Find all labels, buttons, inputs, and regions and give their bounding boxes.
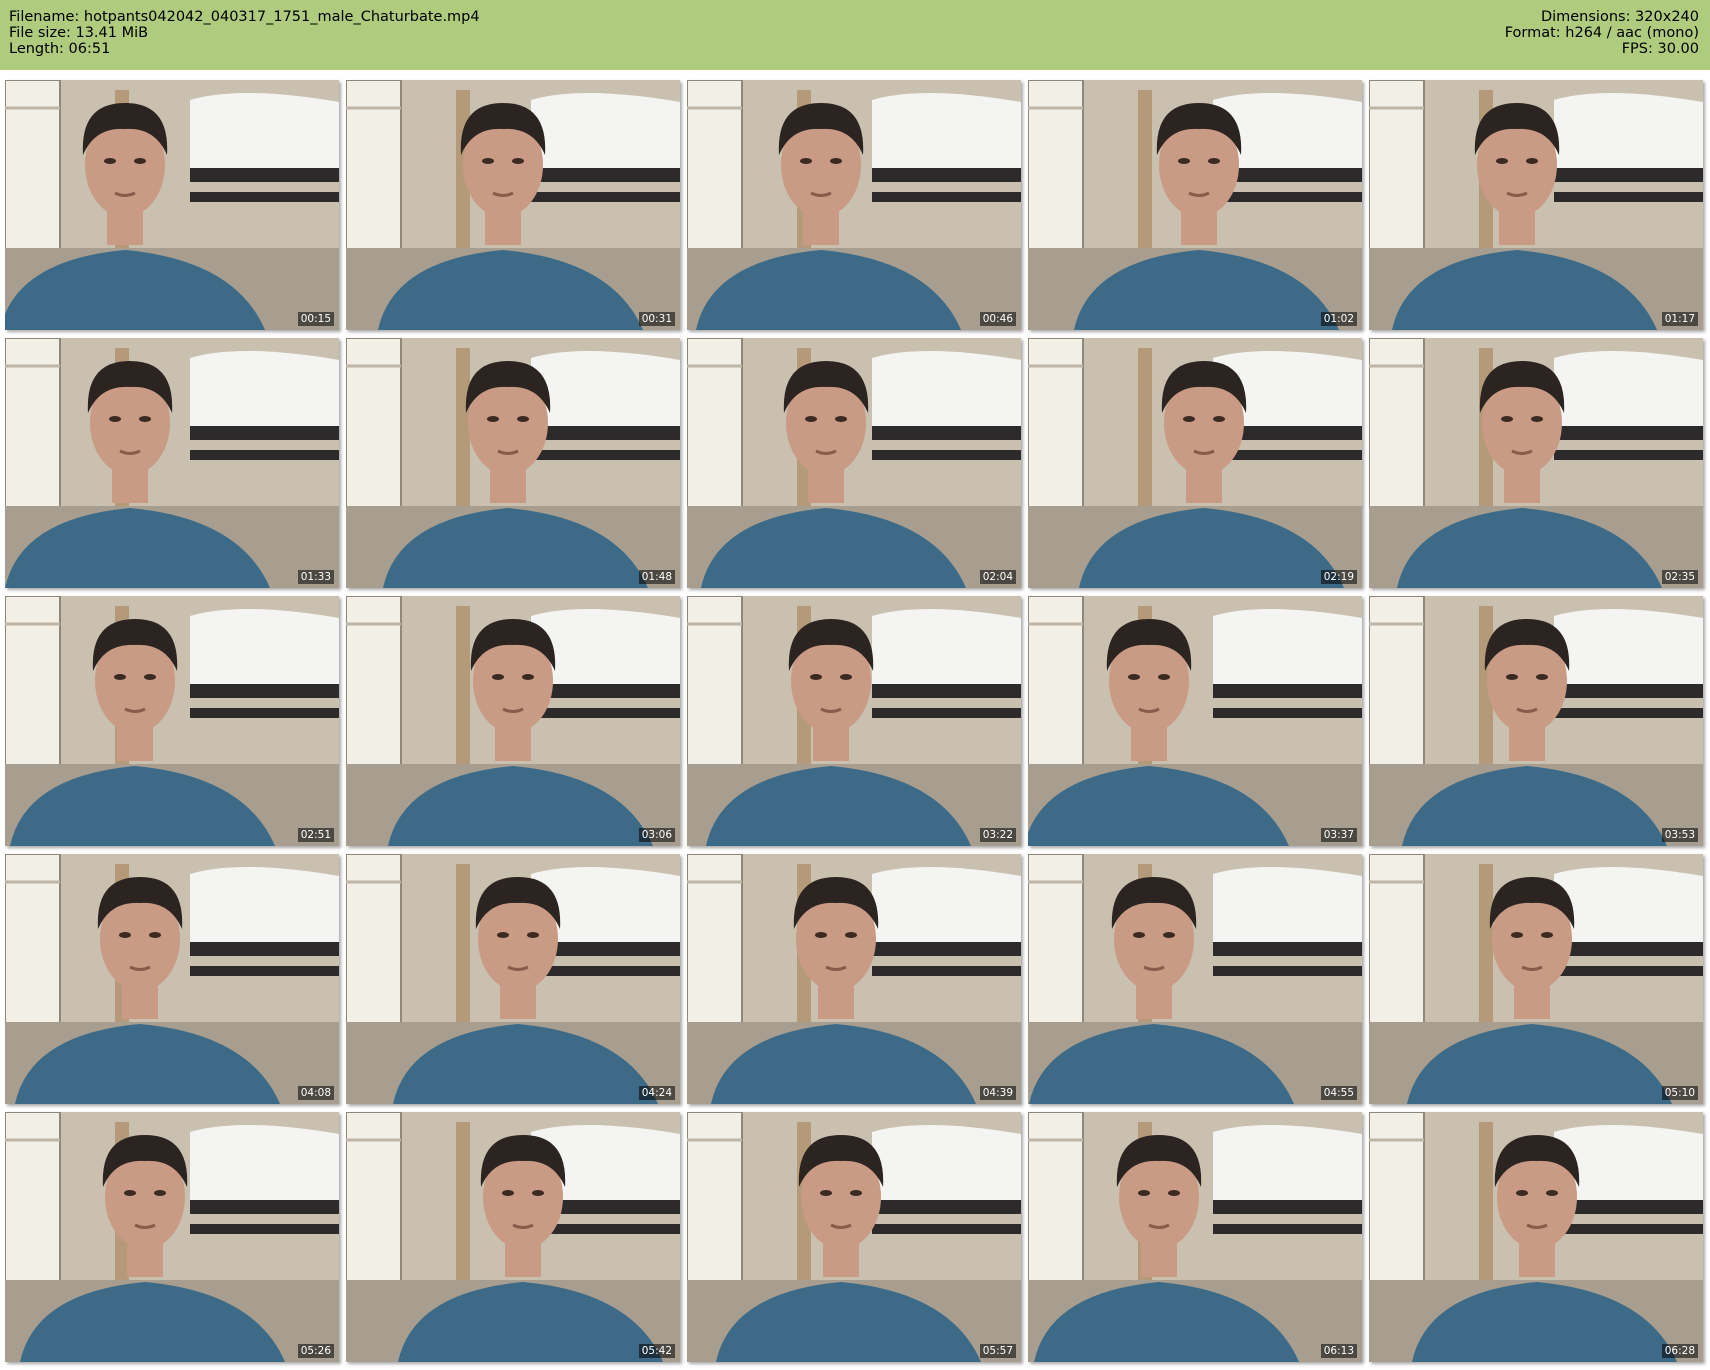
webcam-frame-icon: [687, 1112, 1021, 1362]
thumbnail-grid: 00:15 00:31 00:46 01:02 01:17 01:33 01:4…: [5, 80, 1705, 1366]
video-thumbnail: 01:02: [1028, 80, 1362, 330]
timestamp-label: 01:02: [1320, 312, 1357, 326]
video-thumbnail: 00:31: [346, 80, 680, 330]
webcam-frame-icon: [5, 854, 339, 1104]
timestamp-label: 06:13: [1320, 1344, 1357, 1358]
webcam-frame-icon: [1369, 854, 1703, 1104]
webcam-frame-icon: [687, 80, 1021, 330]
video-thumbnail: 04:55: [1028, 854, 1362, 1104]
timestamp-label: 05:26: [297, 1344, 334, 1358]
timestamp-label: 04:24: [638, 1086, 675, 1100]
video-thumbnail: 01:33: [5, 338, 339, 588]
video-thumbnail: 05:26: [5, 1112, 339, 1362]
webcam-frame-icon: [1028, 1112, 1362, 1362]
video-thumbnail: 03:37: [1028, 596, 1362, 846]
video-thumbnail: 04:24: [346, 854, 680, 1104]
filesize-text: File size: 13.41 MiB: [9, 25, 149, 41]
video-thumbnail: 01:48: [346, 338, 680, 588]
timestamp-label: 03:37: [1320, 828, 1357, 842]
video-thumbnail: 00:15: [5, 80, 339, 330]
video-thumbnail: 05:10: [1369, 854, 1703, 1104]
webcam-frame-icon: [1028, 596, 1362, 846]
webcam-frame-icon: [1369, 1112, 1703, 1362]
video-thumbnail: 02:04: [687, 338, 1021, 588]
timestamp-label: 00:15: [297, 312, 334, 326]
file-info-left: Filename: hotpants042042_040317_1751_mal…: [9, 9, 480, 57]
webcam-frame-icon: [1028, 338, 1362, 588]
webcam-frame-icon: [1369, 596, 1703, 846]
webcam-frame-icon: [687, 854, 1021, 1104]
webcam-frame-icon: [687, 338, 1021, 588]
format-text: Format: h264 / aac (mono): [1504, 25, 1699, 41]
video-thumbnail: 02:51: [5, 596, 339, 846]
timestamp-label: 04:39: [979, 1086, 1016, 1100]
video-thumbnail: 04:39: [687, 854, 1021, 1104]
fps-text: FPS: 30.00: [1621, 41, 1699, 57]
timestamp-label: 03:06: [638, 828, 675, 842]
timestamp-label: 04:55: [1320, 1086, 1357, 1100]
timestamp-label: 05:10: [1661, 1086, 1698, 1100]
timestamp-label: 01:33: [297, 570, 334, 584]
video-thumbnail: 06:13: [1028, 1112, 1362, 1362]
webcam-frame-icon: [346, 338, 680, 588]
file-info-right: Dimensions: 320x240 Format: h264 / aac (…: [1505, 9, 1699, 57]
webcam-frame-icon: [5, 80, 339, 330]
webcam-frame-icon: [346, 1112, 680, 1362]
timestamp-label: 02:04: [979, 570, 1016, 584]
video-thumbnail: 02:35: [1369, 338, 1703, 588]
timestamp-label: 02:51: [297, 828, 334, 842]
webcam-frame-icon: [346, 854, 680, 1104]
webcam-frame-icon: [1028, 80, 1362, 330]
video-thumbnail: 01:17: [1369, 80, 1703, 330]
webcam-frame-icon: [5, 596, 339, 846]
dimensions-text: Dimensions: 320x240: [1540, 9, 1699, 25]
webcam-frame-icon: [687, 596, 1021, 846]
timestamp-label: 05:57: [979, 1344, 1016, 1358]
timestamp-label: 01:48: [638, 570, 675, 584]
webcam-frame-icon: [1028, 854, 1362, 1104]
timestamp-label: 05:42: [638, 1344, 675, 1358]
webcam-frame-icon: [1369, 338, 1703, 588]
webcam-frame-icon: [1369, 80, 1703, 330]
timestamp-label: 00:31: [638, 312, 675, 326]
video-thumbnail: 03:22: [687, 596, 1021, 846]
timestamp-label: 02:35: [1661, 570, 1698, 584]
webcam-frame-icon: [5, 1112, 339, 1362]
timestamp-label: 04:08: [297, 1086, 334, 1100]
timestamp-label: 03:22: [979, 828, 1016, 842]
length-text: Length: 06:51: [9, 41, 111, 57]
file-info-header: Filename: hotpants042042_040317_1751_mal…: [0, 0, 1710, 70]
timestamp-label: 02:19: [1320, 570, 1357, 584]
timestamp-label: 03:53: [1661, 828, 1698, 842]
video-thumbnail: 02:19: [1028, 338, 1362, 588]
webcam-frame-icon: [346, 596, 680, 846]
video-thumbnail: 06:28: [1369, 1112, 1703, 1362]
video-thumbnail: 05:57: [687, 1112, 1021, 1362]
filename-text: Filename: hotpants042042_040317_1751_mal…: [9, 9, 480, 25]
video-thumbnail: 04:08: [5, 854, 339, 1104]
webcam-frame-icon: [5, 338, 339, 588]
timestamp-label: 00:46: [979, 312, 1016, 326]
video-thumbnail: 03:53: [1369, 596, 1703, 846]
video-thumbnail: 05:42: [346, 1112, 680, 1362]
timestamp-label: 06:28: [1661, 1344, 1698, 1358]
video-thumbnail: 00:46: [687, 80, 1021, 330]
video-thumbnail: 03:06: [346, 596, 680, 846]
timestamp-label: 01:17: [1661, 312, 1698, 326]
webcam-frame-icon: [346, 80, 680, 330]
